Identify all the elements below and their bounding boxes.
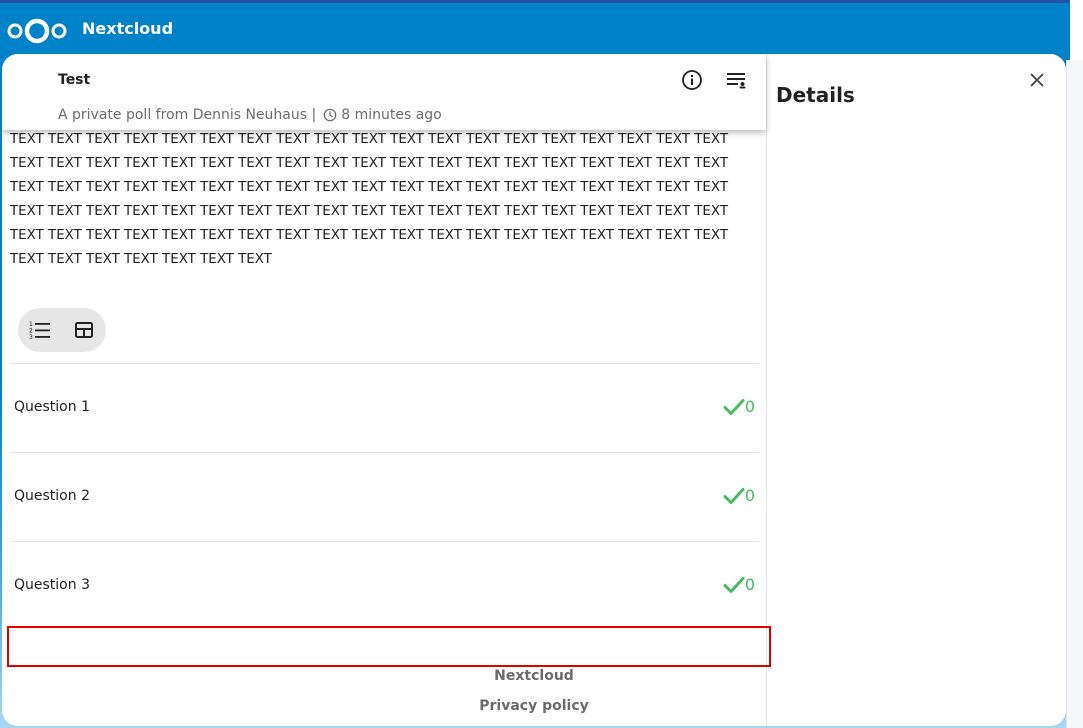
option-yes-count: 0 [723, 486, 755, 505]
option-row[interactable]: Question 3 0 [10, 541, 759, 630]
nextcloud-logo[interactable] [6, 16, 68, 46]
view-mode-toggle: 1 2 3 [18, 308, 106, 352]
option-list: Question 1 0 Question 2 0 Question 3 0 [10, 363, 759, 630]
option-count: 0 [744, 486, 755, 505]
check-icon [723, 398, 745, 415]
option-row[interactable]: Question 1 0 [10, 363, 759, 452]
option-row[interactable]: Question 2 0 [10, 452, 759, 541]
option-yes-count: 0 [723, 575, 755, 594]
option-label: Question 3 [14, 577, 90, 593]
poll-owner-text: A private poll from Dennis Neuhaus | [58, 107, 317, 123]
sidebar-title: Details [776, 83, 855, 107]
list-view-icon[interactable]: 1 2 3 [28, 318, 52, 342]
option-count: 0 [744, 397, 755, 416]
filter-icon[interactable] [724, 68, 748, 92]
poll-subtitle: A private poll from Dennis Neuhaus | 8 m… [58, 107, 442, 123]
poll-title: Test [58, 72, 91, 88]
poll-description: TEXT TEXT TEXT TEXT TEXT TEXT TEXT TEXT … [10, 132, 729, 267]
main-card: Test A private poll from Dennis Neuhaus … [2, 54, 1066, 726]
background-panel-edge [1066, 60, 1083, 728]
privacy-policy-link[interactable]: Privacy policy [2, 698, 1066, 714]
option-yes-count: 0 [723, 397, 755, 416]
option-count: 0 [744, 575, 755, 594]
poll-age: 8 minutes ago [341, 107, 442, 123]
svg-text:3: 3 [29, 334, 33, 341]
clock-icon [323, 108, 337, 122]
close-icon[interactable] [1029, 72, 1045, 88]
background-strip [1070, 0, 1083, 60]
check-icon [723, 576, 745, 593]
option-label: Question 1 [14, 399, 90, 415]
app-name[interactable]: Nextcloud [82, 19, 173, 38]
check-icon [723, 487, 745, 504]
table-view-icon[interactable] [72, 318, 96, 342]
app-header: Nextcloud [0, 3, 1083, 53]
highlight-box [7, 626, 771, 667]
info-icon[interactable] [680, 68, 704, 92]
poll-header: Test A private poll from Dennis Neuhaus … [2, 54, 766, 130]
details-sidebar: Details [767, 54, 1066, 726]
option-label: Question 2 [14, 488, 90, 504]
footer-name[interactable]: Nextcloud [2, 668, 1066, 684]
